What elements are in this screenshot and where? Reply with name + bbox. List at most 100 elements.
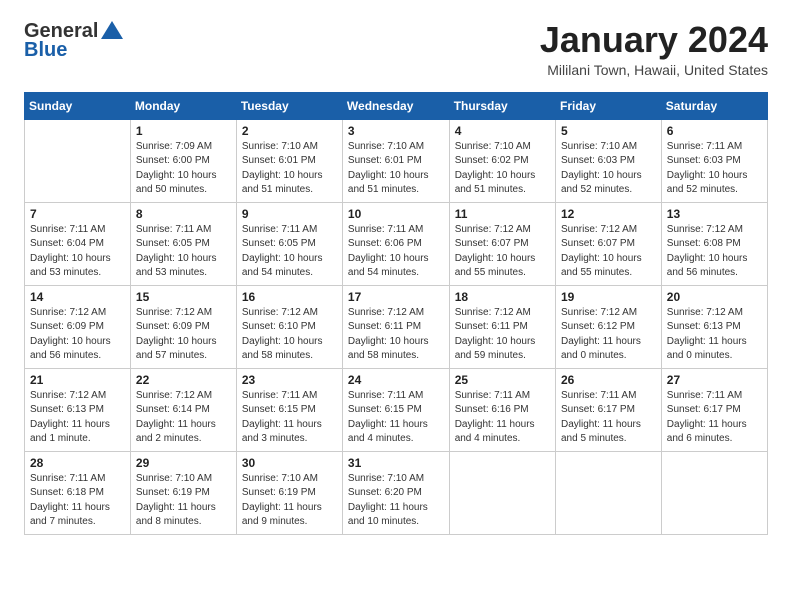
day-number: 14 — [30, 290, 125, 304]
day-number: 24 — [348, 373, 444, 387]
calendar-table: SundayMondayTuesdayWednesdayThursdayFrid… — [24, 92, 768, 535]
day-number: 28 — [30, 456, 125, 470]
calendar-cell: 21 Sunrise: 7:12 AMSunset: 6:13 PMDayligh… — [25, 368, 131, 451]
day-number: 3 — [348, 124, 444, 138]
day-number: 26 — [561, 373, 656, 387]
day-number: 30 — [242, 456, 337, 470]
day-info: Sunrise: 7:11 AMSunset: 6:17 PMDaylight:… — [667, 389, 762, 447]
day-info: Sunrise: 7:11 AMSunset: 6:05 PMDaylight:… — [136, 223, 231, 281]
day-number: 9 — [242, 207, 337, 221]
calendar-cell: 6 Sunrise: 7:11 AMSunset: 6:03 PMDaylight… — [661, 119, 767, 202]
calendar-cell: 11 Sunrise: 7:12 AMSunset: 6:07 PMDayligh… — [449, 202, 555, 285]
day-info: Sunrise: 7:11 AMSunset: 6:03 PMDaylight:… — [667, 140, 762, 198]
calendar-cell: 4Sunrise: 7:10 AMSunset: 6:02 PMDaylight… — [449, 119, 555, 202]
day-info: Sunrise: 7:11 AMSunset: 6:17 PMDaylight:… — [561, 389, 656, 447]
day-info: Sunrise: 7:12 AMSunset: 6:10 PMDaylight:… — [242, 306, 337, 364]
logo: General Blue — [24, 20, 123, 62]
day-number: 2 — [242, 124, 337, 138]
day-info: Sunrise: 7:11 AMSunset: 6:05 PMDaylight:… — [242, 223, 337, 281]
calendar-cell: 13 Sunrise: 7:12 AMSunset: 6:08 PMDayligh… — [661, 202, 767, 285]
day-info: Sunrise: 7:11 AMSunset: 6:04 PMDaylight:… — [30, 223, 125, 281]
day-info: Sunrise: 7:12 AMSunset: 6:11 PMDaylight:… — [455, 306, 550, 364]
weekday-header-wednesday: Wednesday — [342, 92, 449, 119]
calendar-cell: 22Sunrise: 7:12 AMSunset: 6:14 PMDayligh… — [130, 368, 236, 451]
calendar-cell: 14 Sunrise: 7:12 AMSunset: 6:09 PMDayligh… — [25, 285, 131, 368]
weekday-header-monday: Monday — [130, 92, 236, 119]
day-info: Sunrise: 7:12 AMSunset: 6:07 PMDaylight:… — [561, 223, 656, 281]
day-number: 10 — [348, 207, 444, 221]
day-info: Sunrise: 7:11 AMSunset: 6:18 PMDaylight:… — [30, 472, 125, 530]
day-number: 20 — [667, 290, 762, 304]
calendar-cell: 27 Sunrise: 7:11 AMSunset: 6:17 PMDayligh… — [661, 368, 767, 451]
week-row-4: 21 Sunrise: 7:12 AMSunset: 6:13 PMDayligh… — [25, 368, 768, 451]
day-number: 1 — [136, 124, 231, 138]
day-info: Sunrise: 7:11 AMSunset: 6:15 PMDaylight:… — [348, 389, 444, 447]
calendar-cell: 28 Sunrise: 7:11 AMSunset: 6:18 PMDayligh… — [25, 451, 131, 534]
calendar-cell: 7 Sunrise: 7:11 AMSunset: 6:04 PMDaylight… — [25, 202, 131, 285]
calendar-cell: 23Sunrise: 7:11 AMSunset: 6:15 PMDayligh… — [236, 368, 342, 451]
day-number: 12 — [561, 207, 656, 221]
calendar-cell: 8Sunrise: 7:11 AMSunset: 6:05 PMDaylight… — [130, 202, 236, 285]
page-header: General Blue January 2024 Mililani Town,… — [24, 20, 768, 78]
day-number: 25 — [455, 373, 550, 387]
day-info: Sunrise: 7:12 AMSunset: 6:13 PMDaylight:… — [30, 389, 125, 447]
day-number: 31 — [348, 456, 444, 470]
calendar-cell — [25, 119, 131, 202]
weekday-header-saturday: Saturday — [661, 92, 767, 119]
location-subtitle: Mililani Town, Hawaii, United States — [540, 62, 768, 78]
calendar-cell: 17Sunrise: 7:12 AMSunset: 6:11 PMDayligh… — [342, 285, 449, 368]
title-block: January 2024 Mililani Town, Hawaii, Unit… — [540, 20, 768, 78]
day-number: 23 — [242, 373, 337, 387]
logo-icon — [101, 21, 123, 39]
day-info: Sunrise: 7:12 AMSunset: 6:12 PMDaylight:… — [561, 306, 656, 364]
day-info: Sunrise: 7:12 AMSunset: 6:09 PMDaylight:… — [136, 306, 231, 364]
day-info: Sunrise: 7:12 AMSunset: 6:11 PMDaylight:… — [348, 306, 444, 364]
day-info: Sunrise: 7:10 AMSunset: 6:01 PMDaylight:… — [348, 140, 444, 198]
calendar-cell: 24 Sunrise: 7:11 AMSunset: 6:15 PMDayligh… — [342, 368, 449, 451]
calendar-cell: 15 Sunrise: 7:12 AMSunset: 6:09 PMDayligh… — [130, 285, 236, 368]
calendar-cell: 5 Sunrise: 7:10 AMSunset: 6:03 PMDaylight… — [555, 119, 661, 202]
day-number: 15 — [136, 290, 231, 304]
logo-blue-text: Blue — [24, 39, 67, 62]
calendar-cell: 3 Sunrise: 7:10 AMSunset: 6:01 PMDaylight… — [342, 119, 449, 202]
day-number: 11 — [455, 207, 550, 221]
calendar-cell — [555, 451, 661, 534]
day-info: Sunrise: 7:12 AMSunset: 6:14 PMDaylight:… — [136, 389, 231, 447]
calendar-cell — [449, 451, 555, 534]
day-number: 27 — [667, 373, 762, 387]
weekday-header-sunday: Sunday — [25, 92, 131, 119]
week-row-2: 7 Sunrise: 7:11 AMSunset: 6:04 PMDaylight… — [25, 202, 768, 285]
calendar-cell: 16Sunrise: 7:12 AMSunset: 6:10 PMDayligh… — [236, 285, 342, 368]
day-info: Sunrise: 7:12 AMSunset: 6:08 PMDaylight:… — [667, 223, 762, 281]
calendar-cell: 20 Sunrise: 7:12 AMSunset: 6:13 PMDayligh… — [661, 285, 767, 368]
weekday-header-friday: Friday — [555, 92, 661, 119]
day-info: Sunrise: 7:11 AMSunset: 6:06 PMDaylight:… — [348, 223, 444, 281]
calendar-cell: 29 Sunrise: 7:10 AMSunset: 6:19 PMDayligh… — [130, 451, 236, 534]
day-info: Sunrise: 7:12 AMSunset: 6:07 PMDaylight:… — [455, 223, 550, 281]
calendar-cell: 2 Sunrise: 7:10 AMSunset: 6:01 PMDaylight… — [236, 119, 342, 202]
day-number: 5 — [561, 124, 656, 138]
day-number: 6 — [667, 124, 762, 138]
day-number: 7 — [30, 207, 125, 221]
day-number: 19 — [561, 290, 656, 304]
calendar-cell: 9 Sunrise: 7:11 AMSunset: 6:05 PMDaylight… — [236, 202, 342, 285]
week-row-3: 14 Sunrise: 7:12 AMSunset: 6:09 PMDayligh… — [25, 285, 768, 368]
week-row-1: 1Sunrise: 7:09 AMSunset: 6:00 PMDaylight… — [25, 119, 768, 202]
calendar-cell: 10 Sunrise: 7:11 AMSunset: 6:06 PMDayligh… — [342, 202, 449, 285]
day-number: 29 — [136, 456, 231, 470]
day-info: Sunrise: 7:10 AMSunset: 6:01 PMDaylight:… — [242, 140, 337, 198]
day-info: Sunrise: 7:10 AMSunset: 6:03 PMDaylight:… — [561, 140, 656, 198]
day-info: Sunrise: 7:10 AMSunset: 6:20 PMDaylight:… — [348, 472, 444, 530]
day-info: Sunrise: 7:12 AMSunset: 6:09 PMDaylight:… — [30, 306, 125, 364]
calendar-cell: 19 Sunrise: 7:12 AMSunset: 6:12 PMDayligh… — [555, 285, 661, 368]
day-info: Sunrise: 7:10 AMSunset: 6:19 PMDaylight:… — [242, 472, 337, 530]
day-info: Sunrise: 7:10 AMSunset: 6:19 PMDaylight:… — [136, 472, 231, 530]
calendar-cell: 12 Sunrise: 7:12 AMSunset: 6:07 PMDayligh… — [555, 202, 661, 285]
day-info: Sunrise: 7:12 AMSunset: 6:13 PMDaylight:… — [667, 306, 762, 364]
day-number: 4 — [455, 124, 550, 138]
month-title: January 2024 — [540, 20, 768, 60]
day-number: 13 — [667, 207, 762, 221]
day-number: 18 — [455, 290, 550, 304]
calendar-cell — [661, 451, 767, 534]
day-number: 21 — [30, 373, 125, 387]
